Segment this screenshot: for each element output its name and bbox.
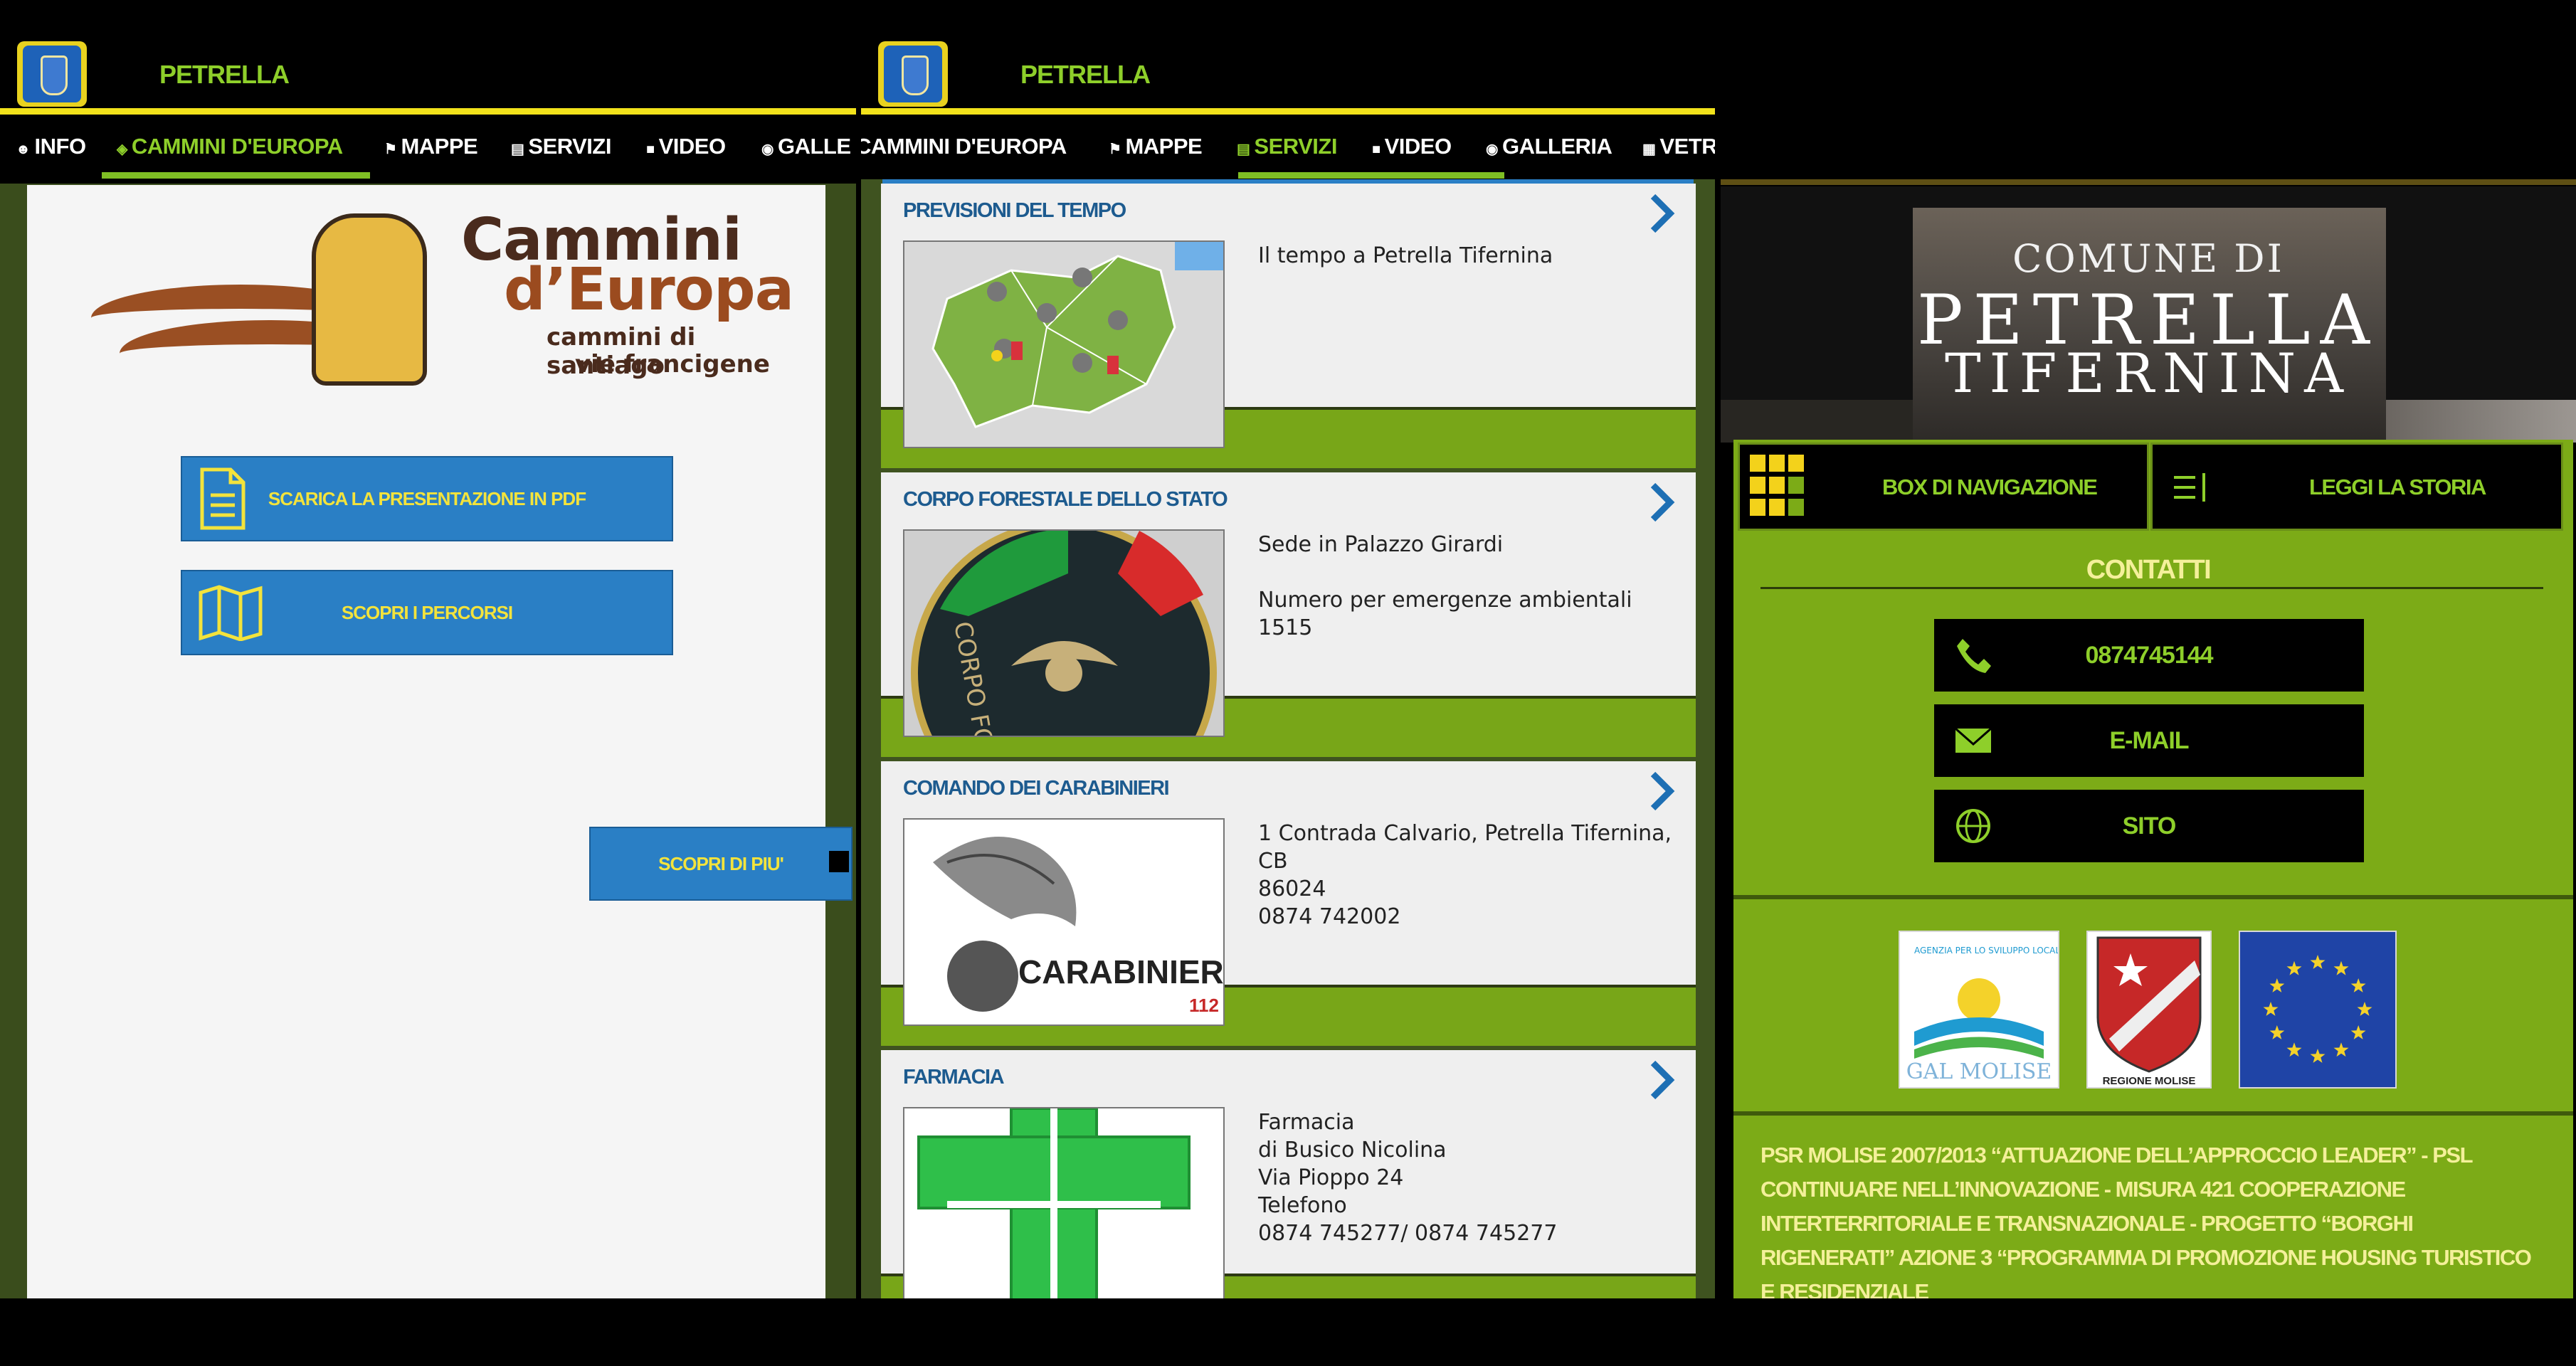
regione-molise-text: REGIONE MOLISE xyxy=(2103,1075,2196,1087)
panel-cammini: PETRELLA ☻ INFO ◈ CAMMINI D'EUROPA ⚑ MAPPE … xyxy=(0,0,856,1298)
read-history-button[interactable]: LEGGI LA STORIA xyxy=(2150,443,2563,531)
tab-video[interactable]: ■ VIDEO xyxy=(646,134,726,159)
gal-molise-text: GAL MOLISE xyxy=(1906,1059,2052,1084)
drawer-handle[interactable] xyxy=(829,851,849,872)
app-header: PETRELLA xyxy=(861,0,1715,112)
carabinieri-logo-image: CARABINIERI 112 xyxy=(903,818,1225,1026)
scopri-di-piu-label: SCOPRI DI PIU' xyxy=(658,852,784,874)
tab-info[interactable]: ☻ INFO xyxy=(16,134,86,159)
download-pdf-label: SCARICA LA PRESENTAZIONE IN PDF xyxy=(268,487,586,509)
phone-button[interactable]: 0874745144 xyxy=(1934,619,2364,692)
flag-icon: ⚑ xyxy=(384,142,397,157)
website-button[interactable]: SITO xyxy=(1934,790,2364,862)
logo-subtitle-2: vie francigene xyxy=(575,350,770,378)
service-title: FARMACIA xyxy=(903,1066,1005,1089)
navigation-box-button[interactable]: BOX DI NAVIGAZIONE xyxy=(1738,443,2149,531)
weather-map-image xyxy=(903,240,1225,448)
read-history-label: LEGGI LA STORIA xyxy=(2309,475,2486,499)
carabinieri-logo-text: CARABINIERI xyxy=(1018,953,1223,990)
chevron-right-icon[interactable] xyxy=(1647,192,1676,235)
tab-bar: ☻ INFO ◈ CAMMINI D'EUROPA ⚑ MAPPE ▤ SERVIZI … xyxy=(0,115,856,179)
content-card: Cammini d’Europa cammini di santiago vie… xyxy=(27,185,825,1298)
gal-molise-arc-text: AGENZIA PER LO SVILUPPO LOCALE xyxy=(1914,946,2058,955)
eu-flag-logo[interactable] xyxy=(2239,931,2397,1089)
globe-icon: ◈ xyxy=(117,142,127,157)
camera-icon: ◉ xyxy=(1486,142,1498,157)
navigation-box-label: BOX DI NAVIGAZIONE xyxy=(1882,475,2098,499)
email-button[interactable]: E-MAIL xyxy=(1934,704,2364,777)
chevron-right-icon[interactable] xyxy=(1647,770,1676,812)
cammini-logo: Cammini d’Europa cammini di santiago vie… xyxy=(91,206,803,391)
tab-mappe[interactable]: ⚑ MAPPE xyxy=(1109,134,1203,159)
service-title: CORPO FORESTALE DELLO STATO xyxy=(903,488,1228,511)
tab-cammini[interactable]: ◈ CAMMINI D'EUROPA xyxy=(117,134,343,159)
chevron-right-icon[interactable] xyxy=(1647,1059,1676,1101)
pharmacy-cross-image xyxy=(903,1107,1225,1298)
services-list: PREVISIONI DEL TEMPO Il tempo a Petrella… xyxy=(861,179,1715,1298)
tab-bar: CAMMINI D'EUROPA ⚑ MAPPE ▤ SERVIZI ■ VIDEO … xyxy=(861,115,1715,179)
camera-icon: ◉ xyxy=(761,142,774,157)
scopri-di-piu-button[interactable]: SCOPRI DI PIU' xyxy=(589,827,852,901)
app-logo-icon[interactable] xyxy=(17,41,87,107)
regione-molise-logo[interactable]: REGIONE MOLISE xyxy=(2086,931,2212,1089)
phone-label: 0874745144 xyxy=(2085,642,2213,669)
service-description: Il tempo a Petrella Tifernina xyxy=(1258,243,1553,268)
logo-title-2: d’Europa xyxy=(504,256,794,324)
tab-servizi[interactable]: ▤ SERVIZI xyxy=(1237,134,1337,159)
app-title: PETRELLA xyxy=(159,60,290,89)
nav-row: BOX DI NAVIGAZIONE LEGGI LA STORIA xyxy=(1738,443,2569,531)
discover-routes-button[interactable]: SCOPRI I PERCORSI xyxy=(181,570,673,655)
video-icon: ■ xyxy=(1372,142,1381,157)
gal-molise-logo[interactable]: GAL MOLISE AGENZIA PER LO SVILUPPO LOCAL… xyxy=(1899,931,2059,1089)
header-divider xyxy=(861,108,1715,115)
grid-icon: ▦ xyxy=(1642,142,1656,157)
panel-servizi: PETRELLA CAMMINI D'EUROPA ⚑ MAPPE ▤ SERVIZ… xyxy=(861,0,1715,1298)
comune-banner: COMUNE DI PETRELLA TIFERNINA xyxy=(1721,186,2576,443)
discover-routes-label: SCOPRI I PERCORSI xyxy=(341,601,513,623)
chevron-right-icon[interactable] xyxy=(1647,481,1676,524)
service-card[interactable]: COMANDO DEI CARABINIERI CARABINIERI 112 … xyxy=(881,761,1696,1046)
tab-galleria[interactable]: ◉ GALLERIA xyxy=(1486,134,1612,159)
video-icon: ■ xyxy=(646,142,655,157)
panel-home: COMUNE DI PETRELLA TIFERNINA BOX DI NAVI… xyxy=(1721,0,2576,1298)
flag-icon: ⚑ xyxy=(1109,142,1121,157)
active-tab-indicator xyxy=(102,172,370,179)
tab-vetrina[interactable]: ▦ VETR xyxy=(1642,134,1715,159)
service-description: Sede in Palazzo Girardi Numero per emerg… xyxy=(1258,532,1632,640)
service-card[interactable]: PREVISIONI DEL TEMPO Il tempo a Petrella… xyxy=(881,184,1696,468)
service-title: PREVISIONI DEL TEMPO xyxy=(903,199,1126,222)
content-area: Cammini d’Europa cammini di santiago vie… xyxy=(0,184,856,1298)
app-logo-icon[interactable] xyxy=(878,41,948,107)
download-pdf-button[interactable]: SCARICA LA PRESENTAZIONE IN PDF xyxy=(181,456,673,541)
people-icon: ☻ xyxy=(16,142,31,157)
service-description: Farmacia di Busico Nicolina Via Pioppo 2… xyxy=(1258,1110,1558,1246)
service-card[interactable]: FARMACIA Farmacia di Busico Nicolina Via… xyxy=(881,1050,1696,1298)
active-tab-indicator xyxy=(1238,172,1504,179)
banner-line-3: TIFERNINA xyxy=(1944,342,2353,405)
carabinieri-logo-number: 112 xyxy=(1189,995,1219,1016)
header-divider xyxy=(0,108,856,115)
app-title: PETRELLA xyxy=(1020,60,1151,89)
tab-galleria[interactable]: ◉ GALLE xyxy=(761,134,851,159)
service-card[interactable]: CORPO FORESTALE DELLO STATO CORPO FOREST… xyxy=(881,472,1696,757)
tab-cammini[interactable]: CAMMINI D'EUROPA xyxy=(861,134,1067,159)
forestale-badge-image: CORPO FORESTALE DELLO STATO xyxy=(903,529,1225,737)
tab-servizi[interactable]: ▤ SERVIZI xyxy=(511,134,611,159)
website-label: SITO xyxy=(2122,812,2177,840)
service-description: 1 Contrada Calvario, Petrella Tifernina,… xyxy=(1258,821,1672,929)
banner-line-1: COMUNE DI xyxy=(2012,236,2284,281)
service-title: COMANDO DEI CARABINIERI xyxy=(903,777,1170,800)
list-icon xyxy=(2174,473,2205,502)
tab-video[interactable]: ■ VIDEO xyxy=(1372,134,1452,159)
app-header: PETRELLA xyxy=(0,0,856,112)
pilgrim-icon xyxy=(312,213,427,386)
footer-funding-text: PSR MOLISE 2007/2013 “ATTUAZIONE DELL’AP… xyxy=(1761,1143,2532,1298)
grid-icon xyxy=(1750,455,1804,516)
briefcase-icon: ▤ xyxy=(1237,142,1250,157)
tab-mappe[interactable]: ⚑ MAPPE xyxy=(384,134,478,159)
briefcase-icon: ▤ xyxy=(511,142,524,157)
email-label: E-MAIL xyxy=(2109,727,2189,754)
contacts-title: CONTATTI xyxy=(2086,555,2212,585)
